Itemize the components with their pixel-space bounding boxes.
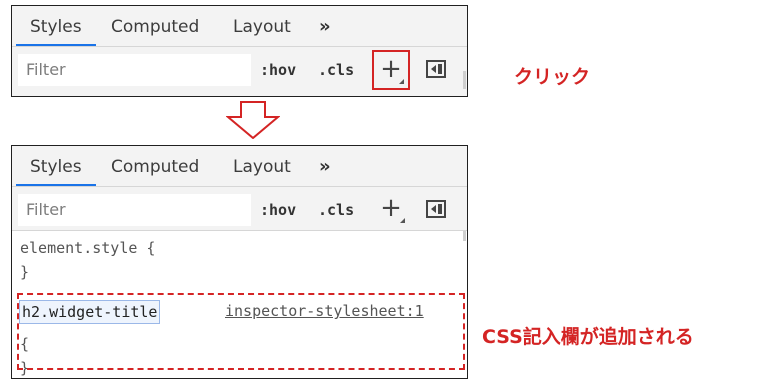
more-tabs-icon[interactable]: » (319, 146, 331, 186)
tab-layout[interactable]: Layout (233, 6, 291, 46)
down-arrow-icon (226, 101, 280, 139)
corner-triangle-icon (400, 218, 405, 223)
tab-styles[interactable]: Styles (30, 146, 82, 186)
tab-layout[interactable]: Layout (233, 146, 291, 186)
annotation-css-added: CSS記入欄が追加される (482, 326, 694, 348)
tab-bar: Styles Computed Layout » (12, 146, 467, 186)
element-style-close-brace: } (20, 263, 30, 281)
filter-input[interactable]: Filter (18, 194, 251, 226)
scrollbar[interactable] (463, 231, 466, 241)
new-style-rule-button[interactable]: + (372, 50, 410, 90)
new-rule-highlight-box (17, 293, 465, 370)
more-tabs-icon[interactable]: » (319, 6, 331, 46)
corner-triangle-icon (399, 79, 404, 84)
hov-button[interactable]: :hov (260, 194, 296, 226)
sidebar-toggle-icon[interactable] (426, 200, 446, 218)
scrollbar[interactable] (463, 71, 466, 89)
devtools-styles-pane-before: Styles Computed Layout » Filter :hov .cl… (11, 5, 468, 97)
filter-input[interactable]: Filter (18, 54, 251, 86)
tab-computed[interactable]: Computed (111, 6, 199, 46)
styles-toolbar: Filter :hov .cls + (12, 186, 467, 230)
annotation-click: クリック (514, 66, 591, 88)
tab-styles[interactable]: Styles (30, 6, 82, 46)
hov-button[interactable]: :hov (260, 54, 296, 86)
styles-toolbar: Filter :hov .cls + (12, 46, 467, 90)
plus-icon: + (380, 193, 402, 223)
sidebar-toggle-icon[interactable] (426, 60, 446, 78)
cls-button[interactable]: .cls (318, 194, 354, 226)
tab-bar: Styles Computed Layout » (12, 6, 467, 46)
tab-computed[interactable]: Computed (111, 146, 199, 186)
new-style-rule-button[interactable]: + (373, 191, 409, 227)
cls-button[interactable]: .cls (318, 54, 354, 86)
element-style-selector[interactable]: element.style { (20, 239, 155, 257)
